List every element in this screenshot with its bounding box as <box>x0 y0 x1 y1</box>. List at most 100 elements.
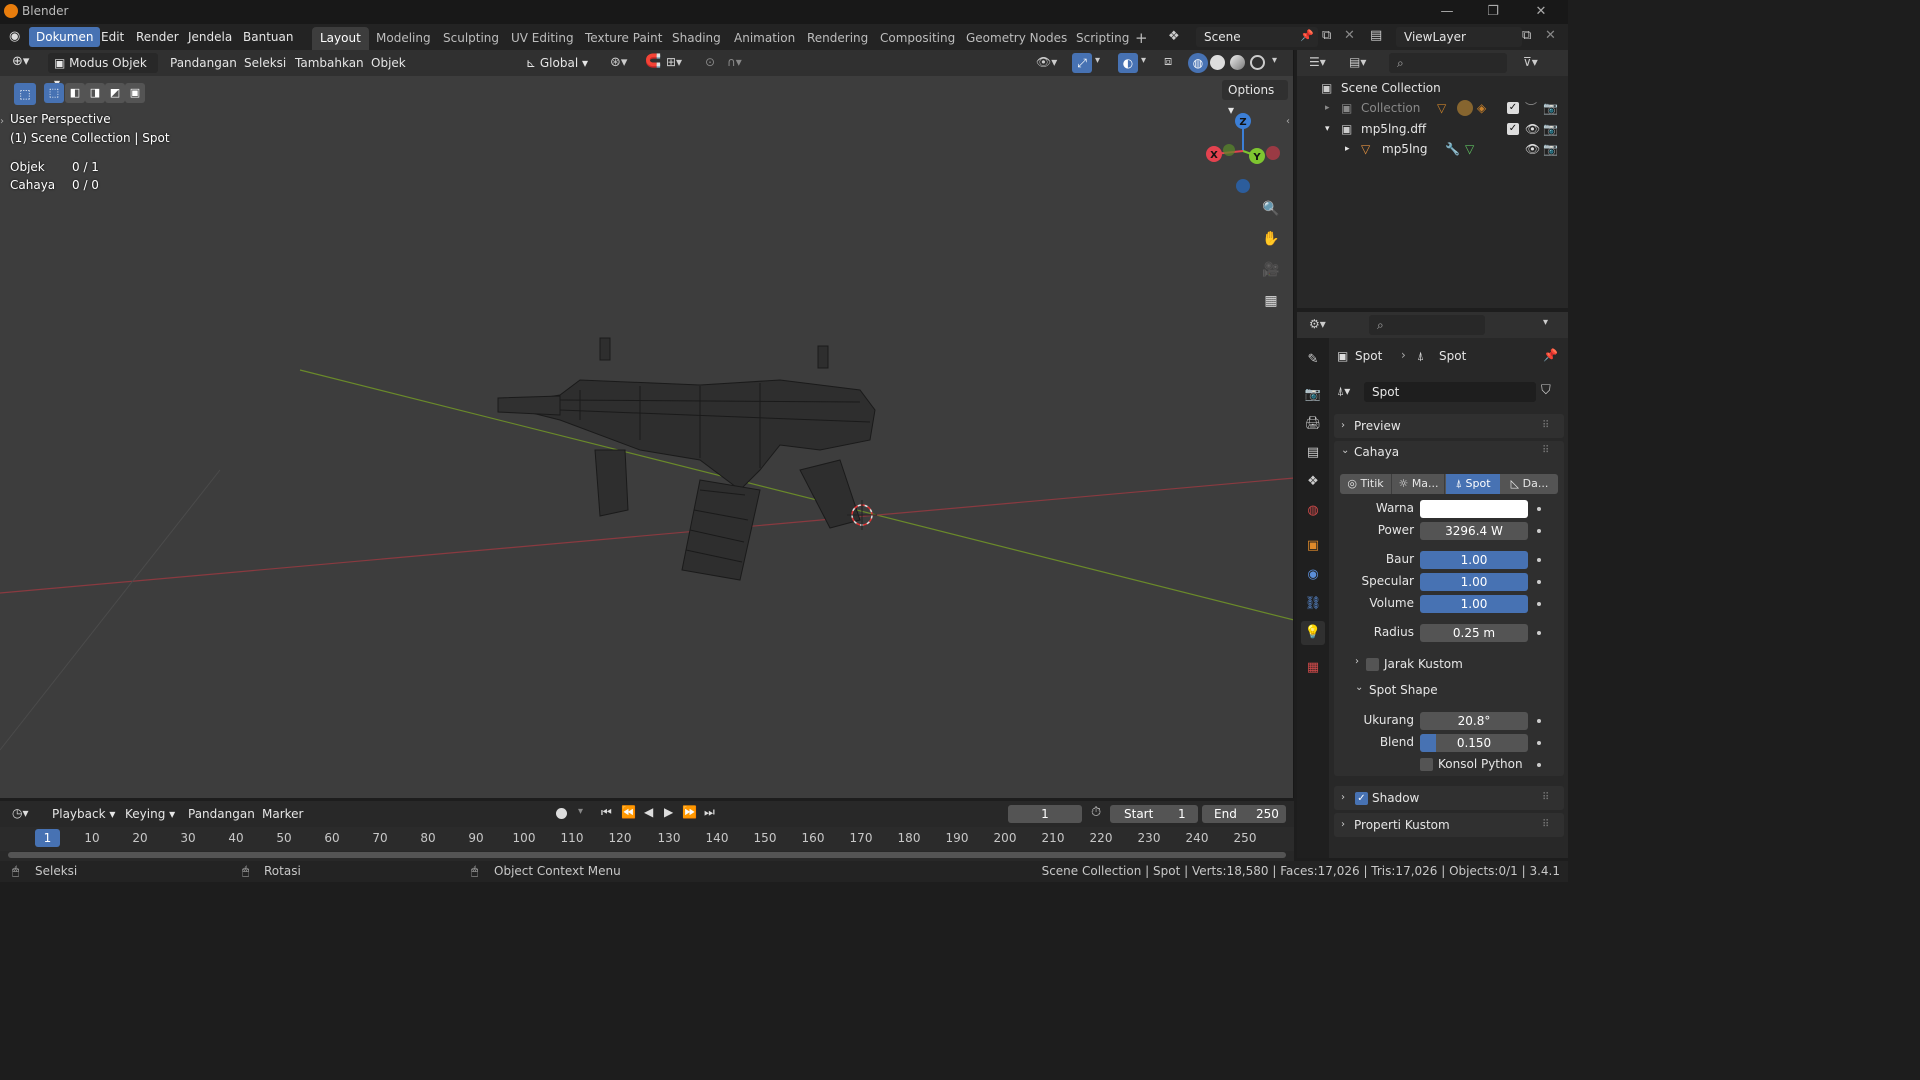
minimize-button[interactable]: — <box>1432 2 1462 22</box>
pan-hand-icon[interactable]: ✋ <box>1258 226 1284 252</box>
frame-ruler[interactable]: 1 10 20 30 40 50 60 70 80 90 100 110 120… <box>0 827 1294 851</box>
output-tab-icon[interactable]: 🖨 <box>1301 412 1325 436</box>
object-tab-icon[interactable]: ▣ <box>1301 534 1325 558</box>
datablock-name-field[interactable]: Spot <box>1364 382 1536 402</box>
scene-selector-icon[interactable]: ❖ <box>1168 29 1180 44</box>
volume-slider[interactable]: 1.00 <box>1420 595 1528 613</box>
tab-animation[interactable]: Animation <box>726 27 803 50</box>
restore-button[interactable]: ❐ <box>1478 2 1508 22</box>
expand-arrow-icon[interactable]: ▸ <box>1325 98 1330 118</box>
outliner-row-scene-collection[interactable]: ▣ Scene Collection <box>1297 78 1568 98</box>
auto-keying-dropdown-icon[interactable]: ▾ <box>578 806 583 817</box>
3d-viewport[interactable]: ⊕▾ ▣ Modus Objek ▾ Pandangan Seleksi Tam… <box>0 50 1294 798</box>
keyframe-dot-icon[interactable] <box>1537 763 1541 767</box>
preview-range-stopwatch-icon[interactable]: ⏱ <box>1091 805 1101 820</box>
tool-tab-icon[interactable]: ✎ <box>1301 348 1325 372</box>
tab-rendering[interactable]: Rendering <box>799 27 876 50</box>
zoom-icon[interactable]: 🔍 <box>1258 196 1284 222</box>
jump-end-icon[interactable]: ⏭ <box>704 805 715 820</box>
new-view-layer-icon[interactable]: ⧉ <box>1522 28 1531 43</box>
record-icon[interactable] <box>556 808 567 819</box>
drag-handle-icon[interactable]: ⠿ <box>1542 813 1549 837</box>
play-icon[interactable]: ▶ <box>664 805 673 819</box>
camera-view-icon[interactable]: 🎥 <box>1258 257 1284 283</box>
tab-compositing[interactable]: Compositing <box>872 27 963 50</box>
light-data-tab-icon[interactable]: 💡 <box>1301 621 1325 645</box>
timeline-editor-type-icon[interactable]: ◷▾ <box>12 806 29 820</box>
keyframe-dot-icon[interactable] <box>1537 631 1541 635</box>
menu-dokumen[interactable]: Dokumen <box>29 27 101 47</box>
exclude-checkbox[interactable]: ✓ <box>1507 102 1519 114</box>
power-field[interactable]: 3296.4 W <box>1420 522 1528 540</box>
ukurang-field[interactable]: 20.8° <box>1420 712 1528 730</box>
blender-menu-icon[interactable]: ◉ <box>9 29 25 45</box>
exclude-checkbox[interactable]: ✓ <box>1507 123 1519 135</box>
tab-uv-editing[interactable]: UV Editing <box>503 27 582 50</box>
shadow-checkbox[interactable]: ✓ <box>1355 792 1368 805</box>
current-frame-indicator[interactable]: 1 <box>35 829 60 847</box>
collapse-arrow-icon[interactable]: ⌄ <box>1355 682 1363 693</box>
render-visibility-icon[interactable]: 📷 <box>1543 98 1558 118</box>
view-layer-icon[interactable]: ▤ <box>1370 28 1382 43</box>
pin-scene-icon[interactable]: 📌 <box>1300 29 1314 42</box>
keyframe-dot-icon[interactable] <box>1537 719 1541 723</box>
fake-user-shield-icon[interactable]: ⛉ <box>1541 383 1551 398</box>
delete-view-layer-icon[interactable]: ✕ <box>1545 28 1556 43</box>
color-swatch[interactable] <box>1420 500 1528 518</box>
menu-render[interactable]: Render <box>129 27 186 47</box>
display-mode-icon[interactable]: ▤▾ <box>1349 55 1366 69</box>
outliner-row-mp5lng[interactable]: ▸ ▽ mp5lng 🔧 ▽ 👁 📷 <box>1297 139 1568 159</box>
collapse-arrow-icon[interactable]: ⌄ <box>1341 445 1349 456</box>
keyframe-dot-icon[interactable] <box>1537 580 1541 584</box>
specular-slider[interactable]: 1.00 <box>1420 573 1528 591</box>
constraints-tab-icon[interactable]: ⛓ <box>1301 592 1325 616</box>
keyframe-dot-icon[interactable] <box>1537 507 1541 511</box>
close-button[interactable]: ✕ <box>1526 2 1556 22</box>
gizmo-neg-y-handle[interactable] <box>1223 144 1235 156</box>
collapse-arrow-icon[interactable]: › <box>1355 656 1359 667</box>
outliner-row-collection[interactable]: ▸ ▣ Collection ▽ ◈ ✓ ︶ 📷 <box>1297 98 1568 118</box>
ortho-grid-icon[interactable]: ▦ <box>1258 288 1284 314</box>
keyframe-dot-icon[interactable] <box>1537 529 1541 533</box>
hide-viewport-icon[interactable]: ︶ <box>1525 98 1537 118</box>
filter-icon[interactable]: ⊽▾ <box>1523 55 1538 69</box>
navigation-gizmo[interactable]: Z Y X <box>1200 108 1290 198</box>
drag-handle-icon[interactable]: ⠿ <box>1542 445 1549 456</box>
new-scene-icon[interactable]: ⧉ <box>1322 28 1331 43</box>
add-workspace-icon[interactable]: + <box>1135 29 1148 47</box>
properties-search-input[interactable]: ⌕ <box>1369 315 1485 335</box>
current-frame-field[interactable]: 1 <box>1008 805 1082 823</box>
menu-jendela[interactable]: Jendela <box>181 27 239 47</box>
light-type-point[interactable]: ◎ Titik <box>1340 474 1392 494</box>
tab-texture-paint[interactable]: Texture Paint <box>577 27 670 50</box>
panel-properti-kustom[interactable]: › Properti Kustom ⠿ <box>1334 813 1564 837</box>
prev-keyframe-icon[interactable]: ⏪ <box>621 805 636 819</box>
properties-options-icon[interactable]: ▾ <box>1543 317 1548 328</box>
render-visibility-icon[interactable]: 📷 <box>1543 139 1558 159</box>
texture-tab-icon[interactable]: ▦ <box>1301 656 1325 680</box>
menu-bantuan[interactable]: Bantuan <box>236 27 300 47</box>
view-layer-tab-icon[interactable]: ▤ <box>1301 441 1325 465</box>
next-keyframe-icon[interactable]: ⏩ <box>682 805 697 819</box>
properties-editor-type-icon[interactable]: ⚙▾ <box>1309 317 1326 331</box>
expand-arrow-icon[interactable]: ▾ <box>1325 119 1330 139</box>
eye-icon[interactable]: 👁 <box>1525 119 1540 139</box>
light-type-area[interactable]: ◺ Da... <box>1501 474 1558 494</box>
eye-icon[interactable]: 👁 <box>1525 139 1540 159</box>
drag-handle-icon[interactable]: ⠿ <box>1542 414 1549 438</box>
radius-field[interactable]: 0.25 m <box>1420 624 1528 642</box>
menu-pandangan-timeline[interactable]: Pandangan <box>184 804 259 824</box>
scene-tab-icon[interactable]: ❖ <box>1301 470 1325 494</box>
light-type-spot[interactable]: ⍋ Spot <box>1446 474 1500 494</box>
gizmo-neg-x-handle[interactable] <box>1266 146 1280 160</box>
jump-start-icon[interactable]: ⏮ <box>601 805 612 820</box>
jarak-kustom-checkbox[interactable] <box>1366 658 1379 671</box>
panel-preview[interactable]: › Preview ⠿ <box>1334 414 1564 438</box>
play-reverse-icon[interactable]: ◀ <box>644 805 653 819</box>
outliner-search-input[interactable]: ⌕ <box>1389 53 1507 73</box>
panel-shadow[interactable]: › ✓ Shadow ⠿ <box>1334 786 1564 810</box>
gizmo-neg-z-handle[interactable] <box>1236 179 1250 193</box>
delete-scene-icon[interactable]: ✕ <box>1344 28 1355 43</box>
end-frame-field[interactable]: End 250 <box>1202 805 1286 823</box>
menu-playback[interactable]: Playback ▾ <box>48 804 119 824</box>
